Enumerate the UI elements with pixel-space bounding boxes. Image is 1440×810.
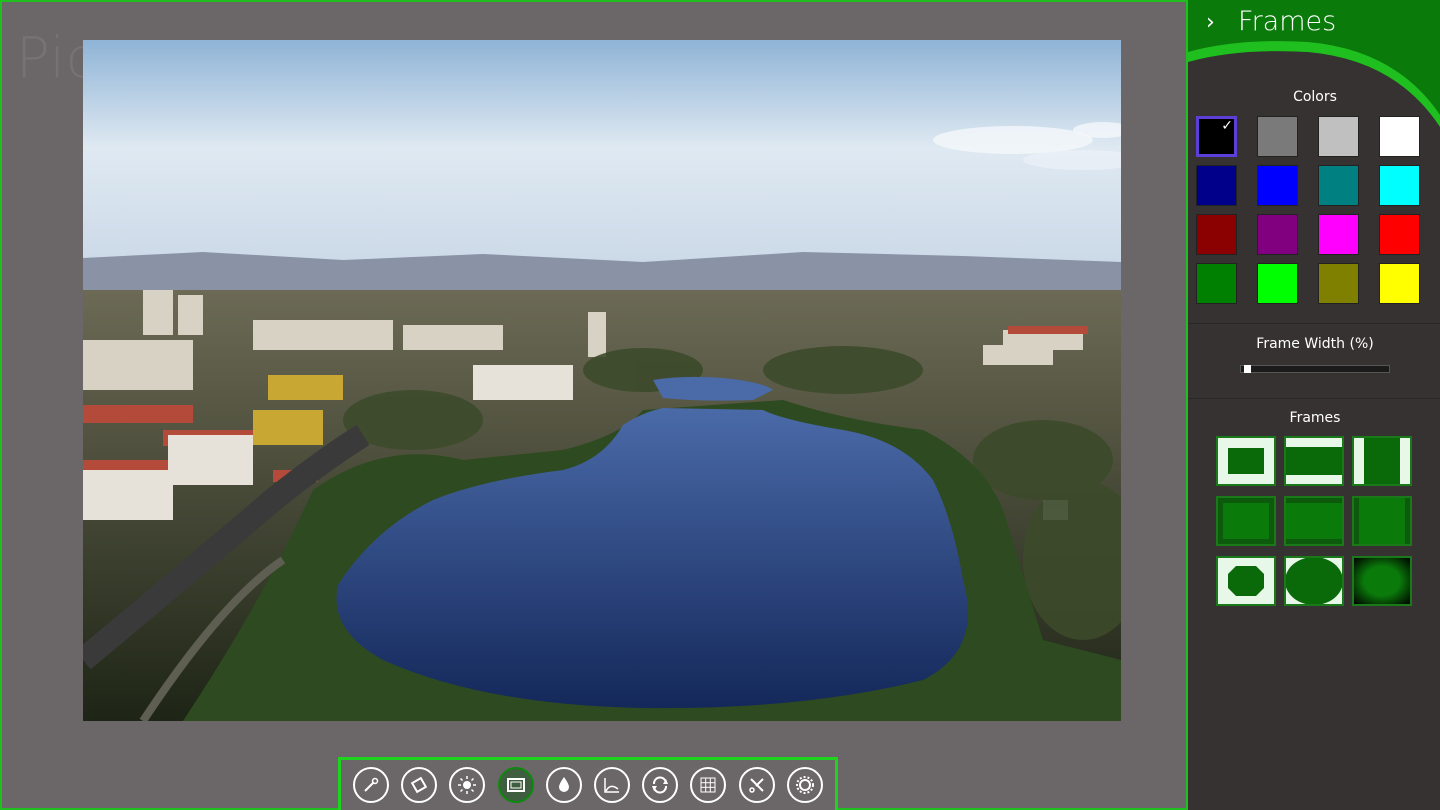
frame-width-label: Frame Width (%) xyxy=(1256,336,1374,352)
color-drop-icon[interactable] xyxy=(545,767,582,803)
curves-icon[interactable] xyxy=(594,767,631,803)
frame-thin-sides-button[interactable] xyxy=(1352,496,1412,546)
color-swatch[interactable] xyxy=(1318,214,1359,255)
chevron-right-icon[interactable]: › xyxy=(1206,10,1215,35)
color-swatch[interactable] xyxy=(1318,116,1359,157)
color-swatch[interactable] xyxy=(1257,116,1298,157)
color-swatch[interactable] xyxy=(1379,116,1420,157)
color-swatch[interactable] xyxy=(1318,165,1359,206)
color-swatch[interactable] xyxy=(1379,263,1420,304)
color-swatch[interactable] xyxy=(1257,165,1298,206)
frames-panel: › Frames Colors ✓ Frame Width (%) Frames xyxy=(1186,0,1440,810)
color-swatch[interactable] xyxy=(1257,263,1298,304)
frame-vignette-button[interactable] xyxy=(1352,556,1412,606)
color-swatches: ✓ xyxy=(1196,116,1420,304)
divider xyxy=(1188,323,1440,324)
frame-circle-button[interactable] xyxy=(1284,556,1344,606)
rotate-icon[interactable] xyxy=(642,767,679,803)
color-swatch[interactable] xyxy=(1257,214,1298,255)
frame-side-bars-button[interactable] xyxy=(1352,436,1412,486)
color-swatch[interactable] xyxy=(1196,214,1237,255)
color-swatch[interactable]: ✓ xyxy=(1196,116,1237,157)
magic-wand-icon[interactable] xyxy=(353,767,390,803)
checkmark-icon: ✓ xyxy=(1221,118,1233,134)
frame-top-bottom-bars-button[interactable] xyxy=(1284,436,1344,486)
panel-title: Frames xyxy=(1238,6,1337,37)
color-swatch[interactable] xyxy=(1379,165,1420,206)
frame-styles xyxy=(1216,436,1412,606)
panel-header: › Frames xyxy=(1188,0,1440,130)
tools-icon[interactable] xyxy=(738,767,775,803)
frame-icon[interactable] xyxy=(497,767,534,803)
canvas-area: Pic xyxy=(0,0,1186,810)
frame-thin-top-bottom-button[interactable] xyxy=(1284,496,1344,546)
color-swatch[interactable] xyxy=(1196,165,1237,206)
slider-thumb[interactable] xyxy=(1244,365,1252,373)
landscape-photo xyxy=(83,40,1121,721)
frame-thin-border-button[interactable] xyxy=(1216,496,1276,546)
frame-full-border-button[interactable] xyxy=(1216,436,1276,486)
frame-width-slider[interactable] xyxy=(1240,365,1390,373)
edit-toolbar xyxy=(338,757,838,810)
divider xyxy=(1188,398,1440,399)
brightness-icon[interactable] xyxy=(449,767,486,803)
colors-label: Colors xyxy=(1293,89,1337,105)
color-swatch[interactable] xyxy=(1196,263,1237,304)
frames-label: Frames xyxy=(1289,410,1341,426)
photo-preview[interactable] xyxy=(83,40,1121,721)
frame-octagon-button[interactable] xyxy=(1216,556,1276,606)
grid-icon[interactable] xyxy=(690,767,727,803)
crop-rotate-icon[interactable] xyxy=(401,767,438,803)
settings-gear-icon[interactable] xyxy=(786,767,823,803)
color-swatch[interactable] xyxy=(1379,214,1420,255)
color-swatch[interactable] xyxy=(1318,263,1359,304)
